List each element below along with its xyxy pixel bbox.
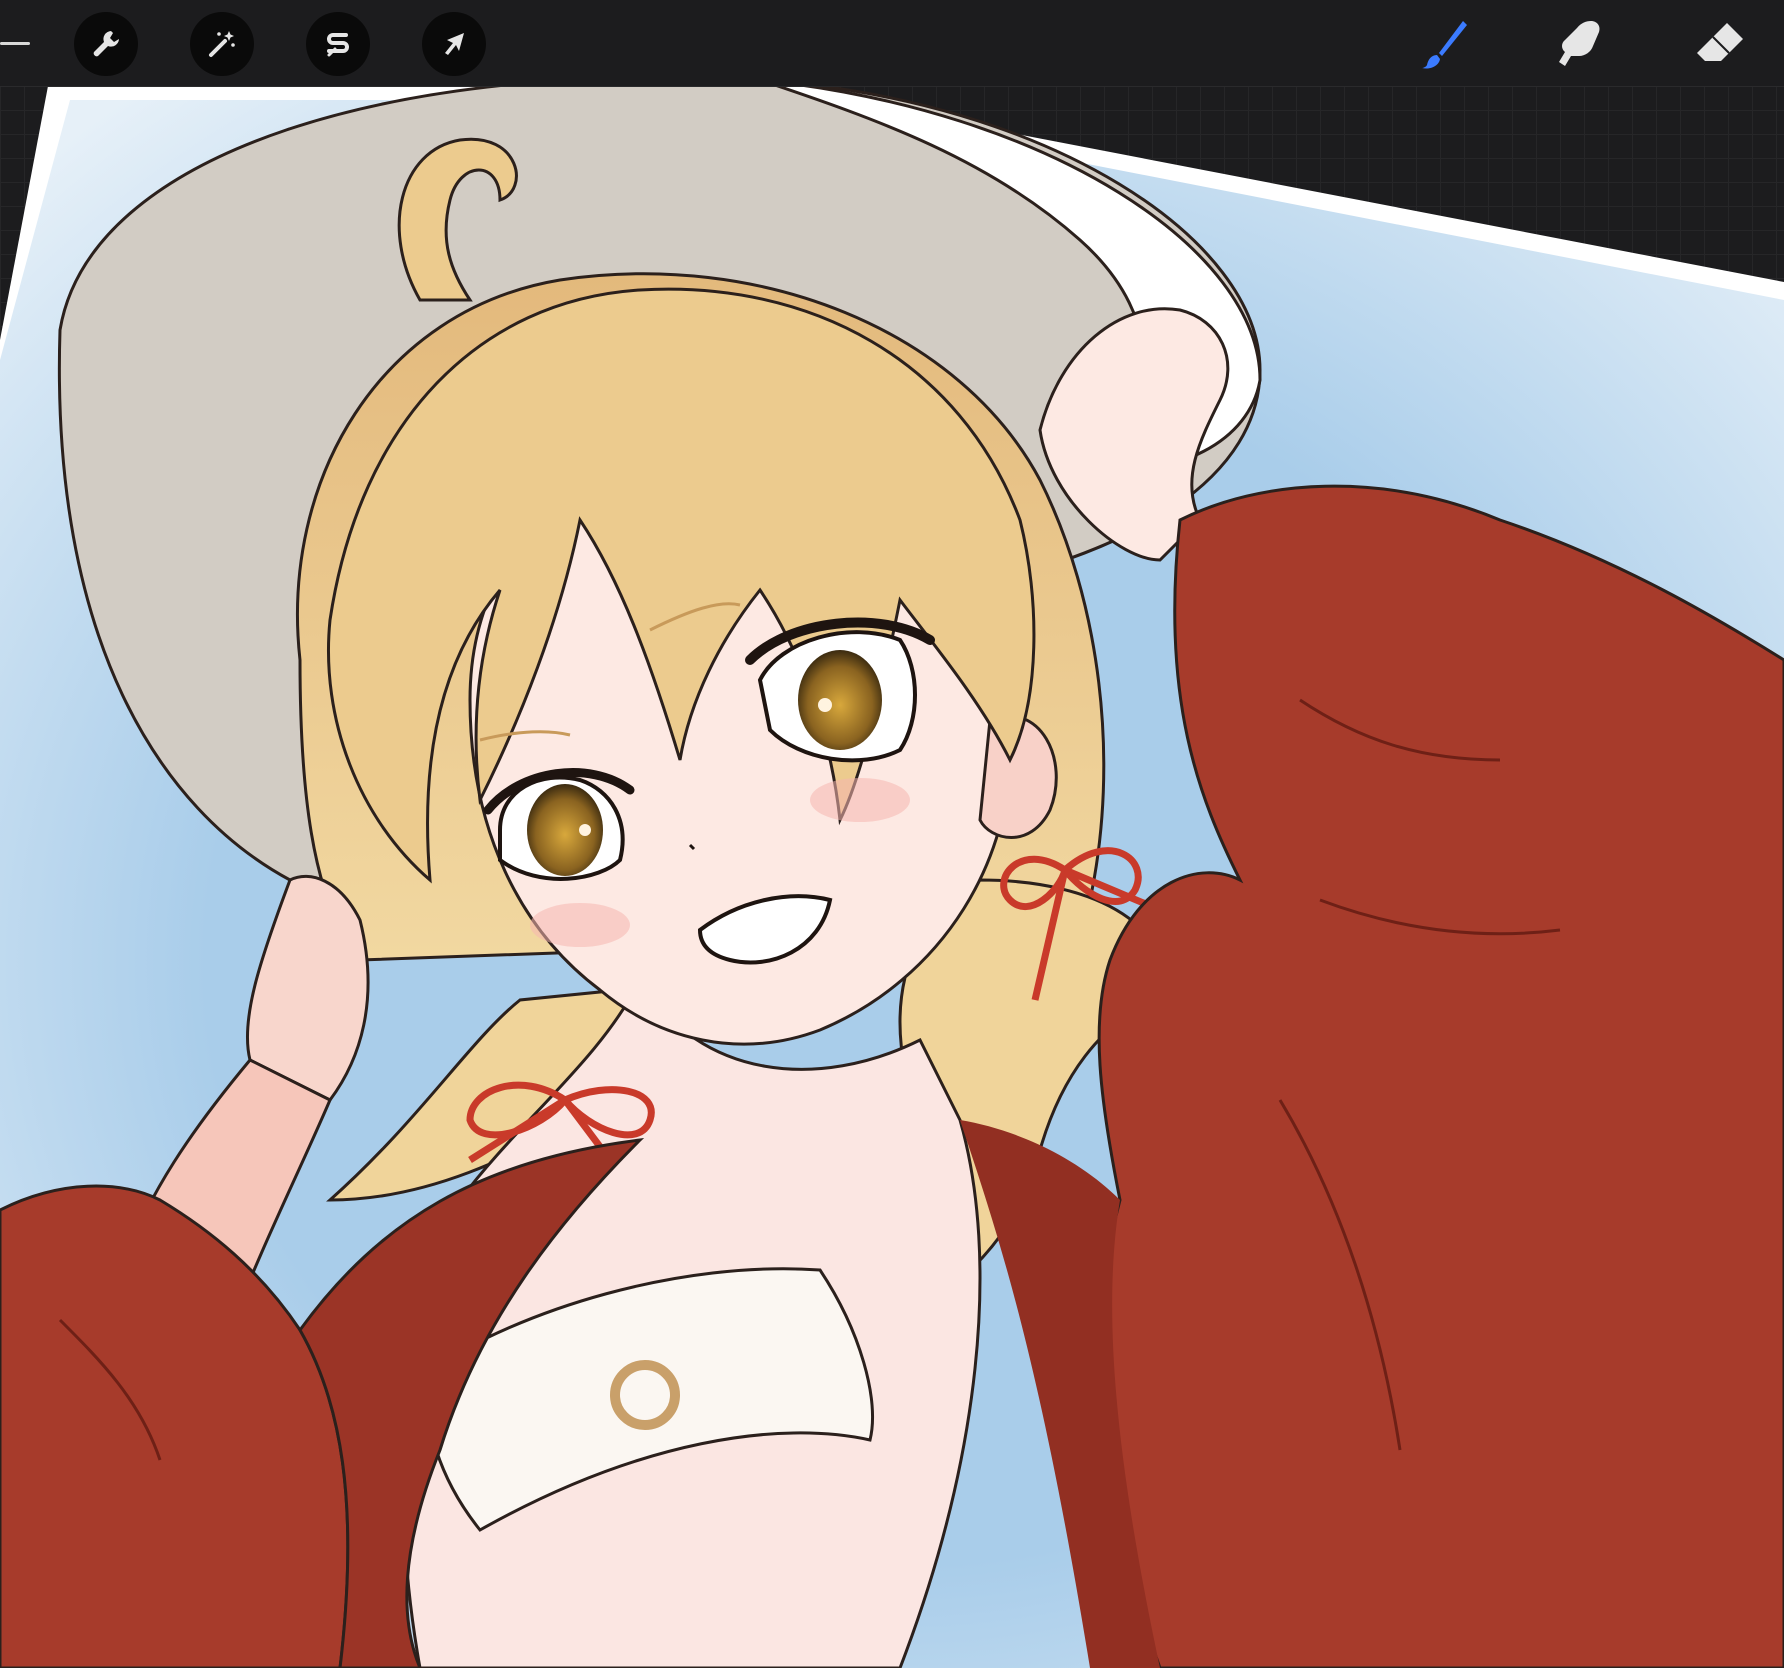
cheek-blush [530, 903, 630, 947]
gallery-dash[interactable] [0, 42, 30, 45]
paintbrush-icon[interactable] [1414, 14, 1474, 74]
wrench-icon[interactable] [74, 12, 138, 76]
artwork-canvas[interactable] [0, 86, 1784, 1668]
arrow-cursor-icon[interactable] [422, 12, 486, 76]
top-toolbar [0, 0, 1784, 87]
cheek-blush [810, 778, 910, 822]
selection-s-icon[interactable] [306, 12, 370, 76]
magic-wand-icon[interactable] [190, 12, 254, 76]
smudge-finger-icon[interactable] [1552, 14, 1612, 74]
jacket-right-sleeve [1097, 484, 1784, 1668]
canvas-workspace[interactable] [0, 86, 1784, 1668]
eraser-icon[interactable] [1690, 14, 1750, 74]
